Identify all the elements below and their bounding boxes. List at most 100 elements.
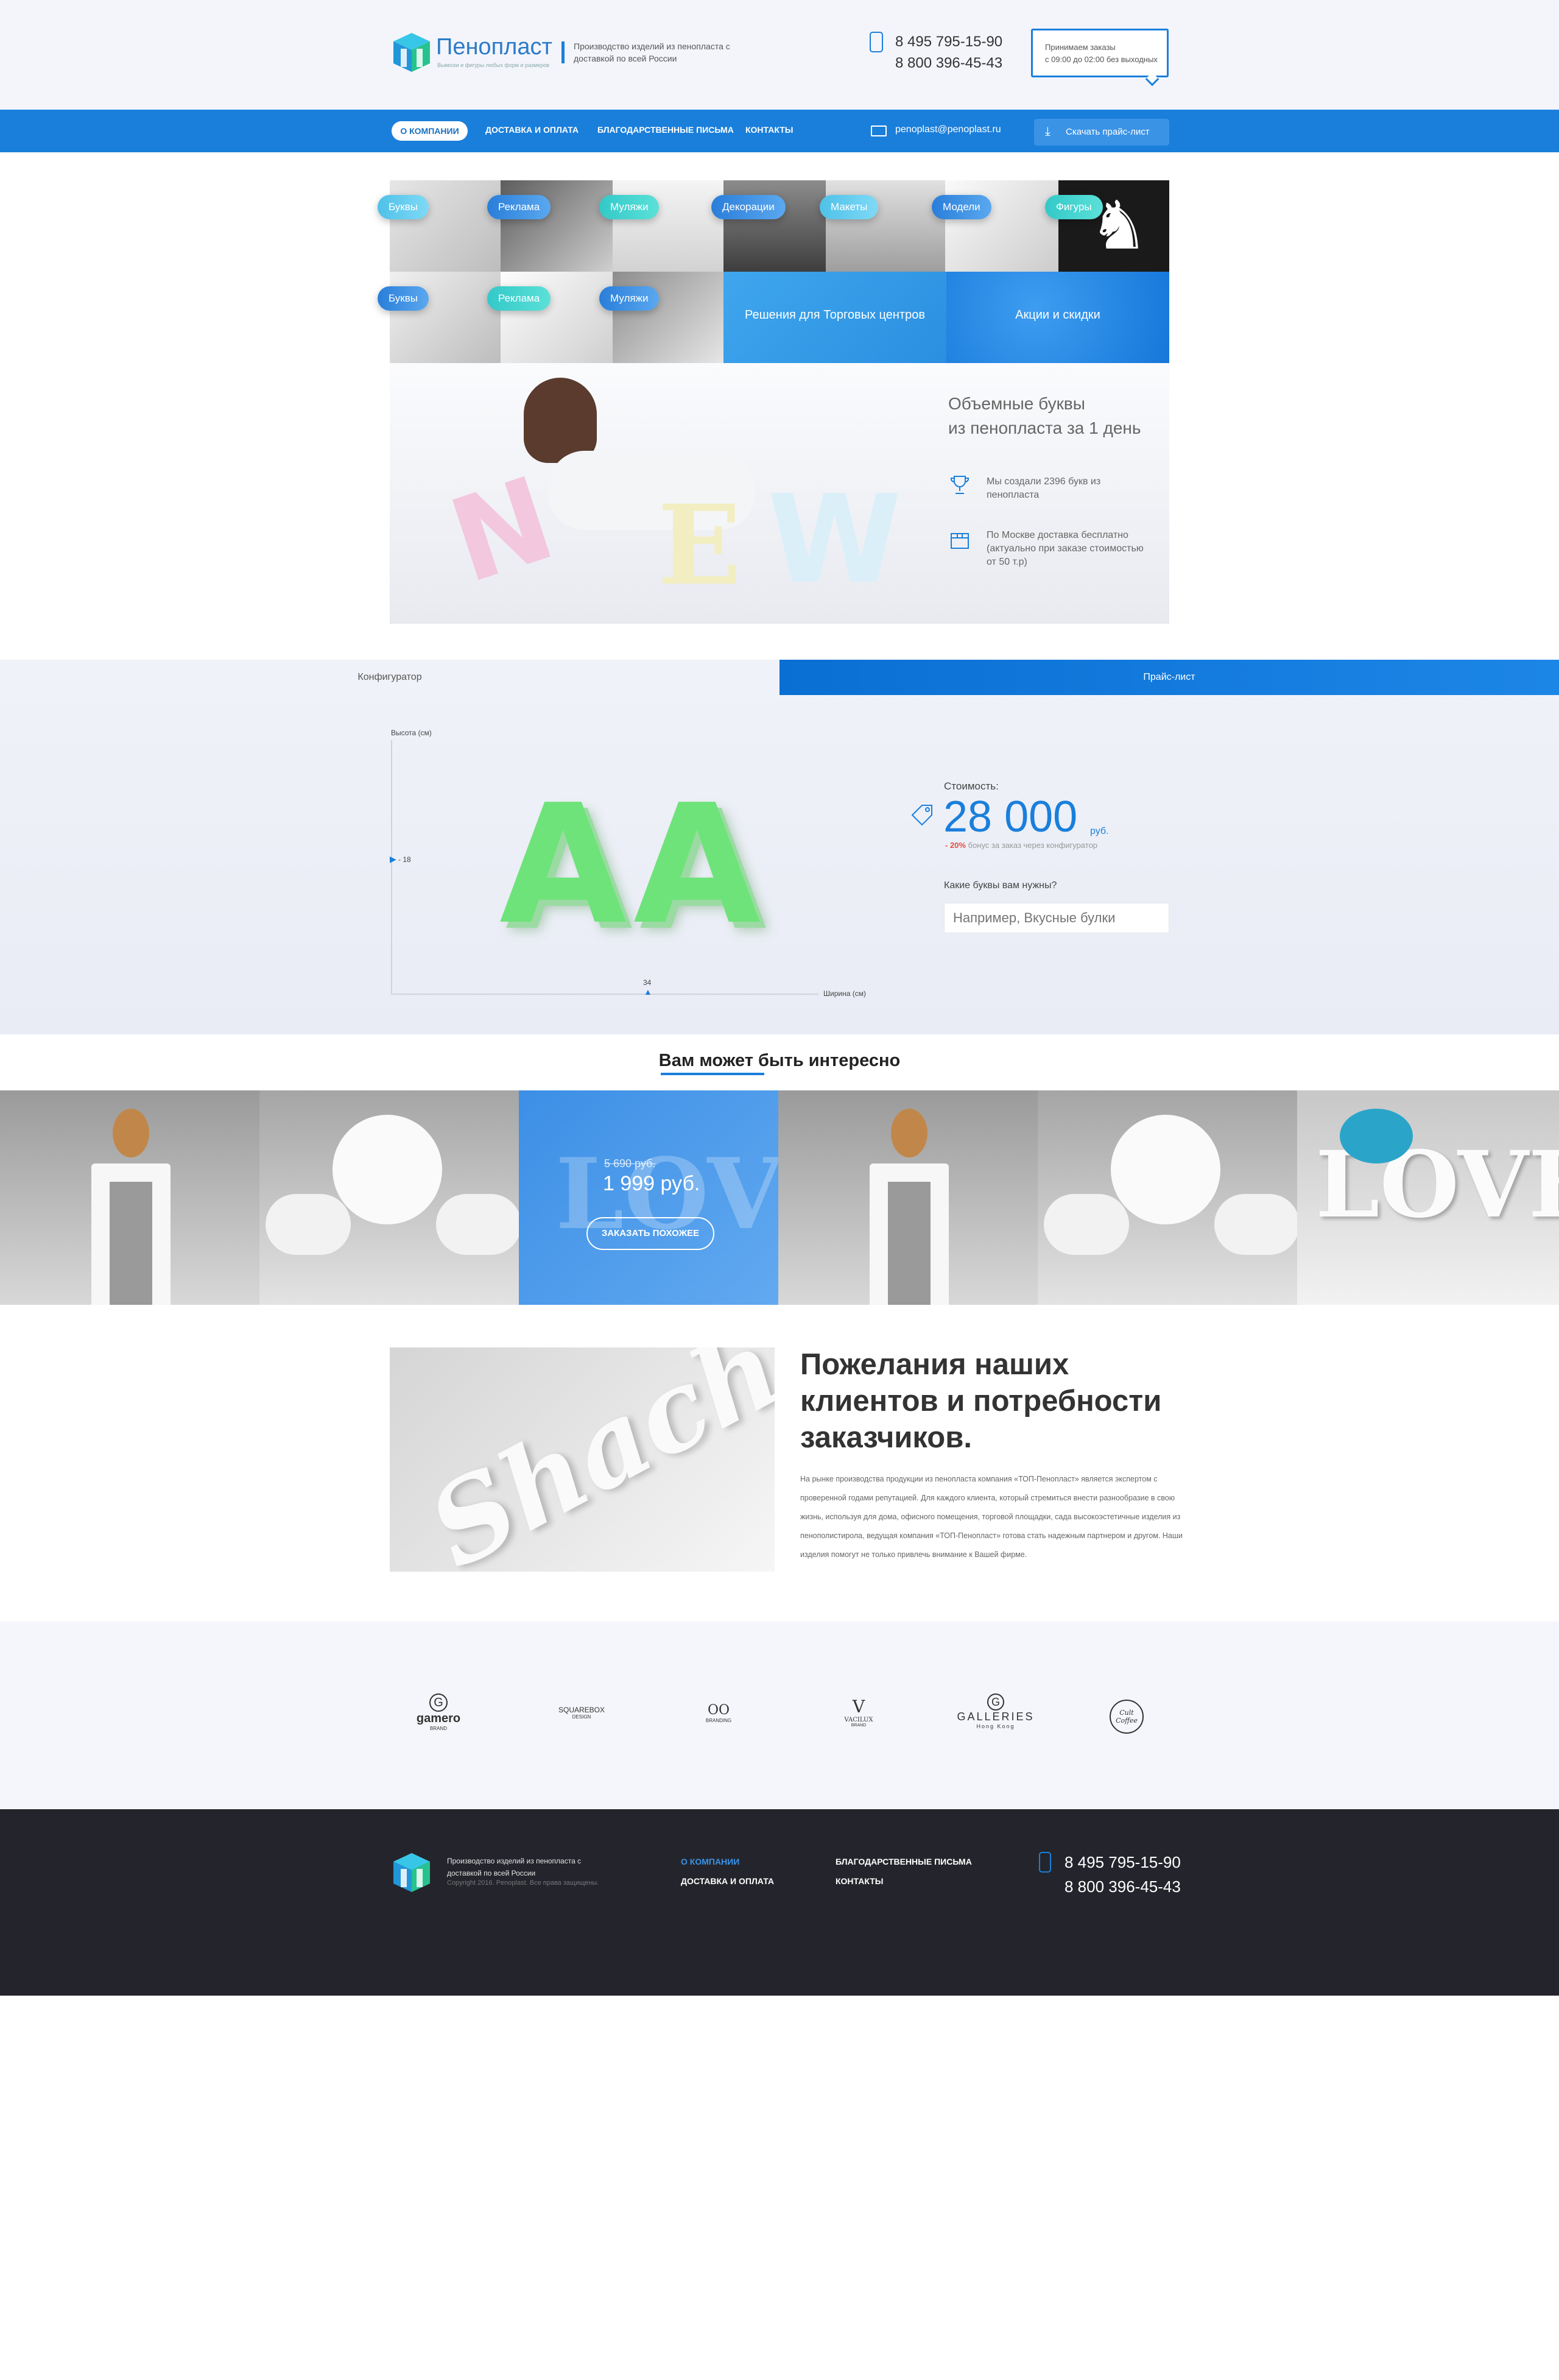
tile-letters-2[interactable]: [390, 272, 501, 363]
footer-phone-1[interactable]: 8 495 795-15-90: [1065, 1853, 1181, 1872]
tag-models[interactable]: Модели: [932, 195, 991, 219]
partner-squarebox[interactable]: SQUAREBOX DESIGN: [548, 1706, 615, 1720]
footer-description: Производство изделий из пенопласта с дос…: [447, 1857, 582, 1877]
footer-link-delivery[interactable]: ДОСТАВКА И ОПЛАТА: [681, 1876, 774, 1886]
partner-galleries-name: GALLERIES: [957, 1711, 1035, 1723]
configurator-section: [0, 660, 1559, 1034]
width-value: 34: [643, 978, 652, 987]
cloud-figure-2: [436, 1194, 519, 1255]
partner-galleries[interactable]: G GALLERIES Hong Kong: [956, 1693, 1035, 1729]
tag-mockups-2[interactable]: Муляжи: [599, 286, 660, 311]
logo-cube-icon[interactable]: [390, 30, 434, 74]
width-slider-handle[interactable]: ▲: [644, 987, 652, 997]
solution-malls-label: Решения для Торговых центров: [745, 308, 925, 322]
tile-models[interactable]: [945, 180, 1058, 272]
footer-phone-2[interactable]: 8 800 396-45-43: [1065, 1877, 1181, 1896]
tile-ads-2[interactable]: [501, 272, 613, 363]
partner-gamero-name: gamero: [416, 1712, 461, 1725]
nav-item-delivery[interactable]: ДОСТАВКА И ОПЛАТА: [485, 125, 579, 135]
footer-link-about[interactable]: О КОМПАНИИ: [681, 1857, 739, 1866]
partner-vacilux[interactable]: V VACILUX BRAND: [834, 1697, 883, 1728]
x-axis: [391, 994, 818, 995]
title-underline: [661, 1073, 764, 1075]
gallery-item-sun-2[interactable]: [1038, 1090, 1297, 1305]
height-slider-handle[interactable]: ▶: [390, 854, 396, 864]
hero-feature-letters: Мы создали 2396 букв из пенопласта: [987, 476, 1101, 500]
partner-gamero[interactable]: G gamero BRAND: [408, 1693, 469, 1731]
delivery-box-icon: [951, 533, 969, 549]
footer-logo-cube-icon[interactable]: [390, 1851, 434, 1894]
header-phone-2[interactable]: 8 800 396-45-43: [895, 55, 1002, 72]
bonus-text: бонус за заказ через конфигуратор: [968, 841, 1098, 850]
footer-phone-icon: [1039, 1852, 1051, 1873]
wishes-title-line-3: заказчиков.: [800, 1421, 972, 1454]
cost-label: Стоимость:: [944, 780, 999, 792]
promo-new-price: 1 999 руб.: [603, 1172, 700, 1195]
tab-price-list[interactable]: Прайс-лист: [780, 660, 1559, 695]
mail-icon: [871, 125, 887, 136]
gallery-item-love[interactable]: LOVE: [1297, 1090, 1559, 1305]
nav-item-contacts[interactable]: КОНТАКТЫ: [745, 125, 793, 135]
gallery-item-arch-2[interactable]: [778, 1090, 1038, 1305]
hero-letter-w: W: [767, 469, 902, 611]
hours-line-1: Принимаем заказы: [1045, 43, 1116, 52]
nav-item-letters[interactable]: БЛАГОДАРСТВЕННЫЕ ПИСЬМА: [597, 125, 734, 135]
footer-link-letters[interactable]: БЛАГОДАРСТВЕННЫЕ ПИСЬМА: [836, 1857, 972, 1866]
tab-configurator[interactable]: Конфигуратор: [0, 660, 780, 695]
gallery-item-sun[interactable]: [259, 1090, 519, 1305]
height-value: - 18: [398, 855, 411, 864]
partner-vacilux-icon: V: [852, 1697, 865, 1717]
tile-solution-malls[interactable]: Решения для Торговых центров: [723, 272, 946, 363]
tile-mockups[interactable]: [613, 180, 723, 272]
tile-figures[interactable]: ♞: [1058, 180, 1169, 272]
download-price-button[interactable]: Скачать прайс-лист: [1034, 119, 1169, 146]
partner-oo[interactable]: OO BRANDING: [694, 1703, 743, 1723]
wishes-image-word: Shacht: [409, 1347, 775, 1572]
arch-opening: [110, 1182, 152, 1305]
nav-email[interactable]: penoplast@penoplast.ru: [895, 124, 1001, 135]
tile-decorations[interactable]: [723, 180, 826, 272]
logo-title[interactable]: Пенопласт: [436, 34, 552, 60]
tag-ads[interactable]: Реклама: [487, 195, 551, 219]
flowers-vase-2: [891, 1109, 927, 1157]
interesting-title: Вам может быть интересно: [658, 1051, 901, 1070]
hero-feature-delivery: По Москве доставка бесплатно (актуально …: [987, 530, 1144, 567]
hero-title-line-2: из пенопласта за 1 день: [948, 418, 1141, 437]
tile-solution-sales[interactable]: Акции и скидки: [946, 272, 1169, 363]
wishes-title: Пожелания наших клиентов и потребности з…: [800, 1346, 1196, 1456]
tag-mockups[interactable]: Муляжи: [599, 195, 660, 219]
bonus-percent: - 20%: [945, 841, 966, 850]
download-icon: ⤓: [1045, 125, 1050, 138]
tag-figures[interactable]: Фигуры: [1045, 195, 1103, 219]
order-similar-button[interactable]: ЗАКАЗАТЬ ПОХОЖЕЕ: [586, 1217, 714, 1250]
footer-link-contacts[interactable]: КОНТАКТЫ: [836, 1876, 883, 1886]
tag-decorations[interactable]: Декорации: [711, 195, 786, 219]
tile-ads[interactable]: [501, 180, 613, 272]
tag-letters-2[interactable]: Буквы: [378, 286, 429, 311]
letters-input[interactable]: [944, 903, 1169, 933]
yarn-ball: [1340, 1109, 1413, 1164]
nav-item-about[interactable]: О КОМПАНИИ: [392, 121, 468, 141]
phone-icon: [870, 32, 883, 52]
partner-cult-coffee[interactable]: Cult Coffee: [1110, 1700, 1144, 1734]
header-phone-1[interactable]: 8 495 795-15-90: [895, 34, 1002, 51]
tag-ads-2[interactable]: Реклама: [487, 286, 551, 311]
cloud-figure-4: [1214, 1194, 1297, 1255]
wishes-title-line-2: клиентов и потребности: [800, 1385, 1162, 1418]
hero-letter-e: E: [658, 481, 742, 610]
tag-letters[interactable]: Буквы: [378, 195, 429, 219]
tile-layouts[interactable]: [826, 180, 945, 272]
tile-mockups-2[interactable]: [613, 272, 723, 363]
partner-vacilux-sub: BRAND: [851, 1723, 867, 1728]
partner-gamero-icon: G: [429, 1693, 448, 1712]
height-value-number: 18: [403, 855, 411, 864]
cloud-figure-1: [266, 1194, 351, 1255]
gallery-item-promo[interactable]: LOVE: [519, 1090, 778, 1305]
partner-gamero-sub: BRAND: [429, 1726, 447, 1731]
partner-galleries-sub: Hong Kong: [976, 1723, 1015, 1729]
tile-letters[interactable]: [390, 180, 501, 272]
gallery-item-arch[interactable]: [0, 1090, 259, 1305]
tag-layouts[interactable]: Макеты: [820, 195, 879, 219]
arch-opening-2: [888, 1182, 931, 1305]
footer: [0, 1809, 1559, 1996]
